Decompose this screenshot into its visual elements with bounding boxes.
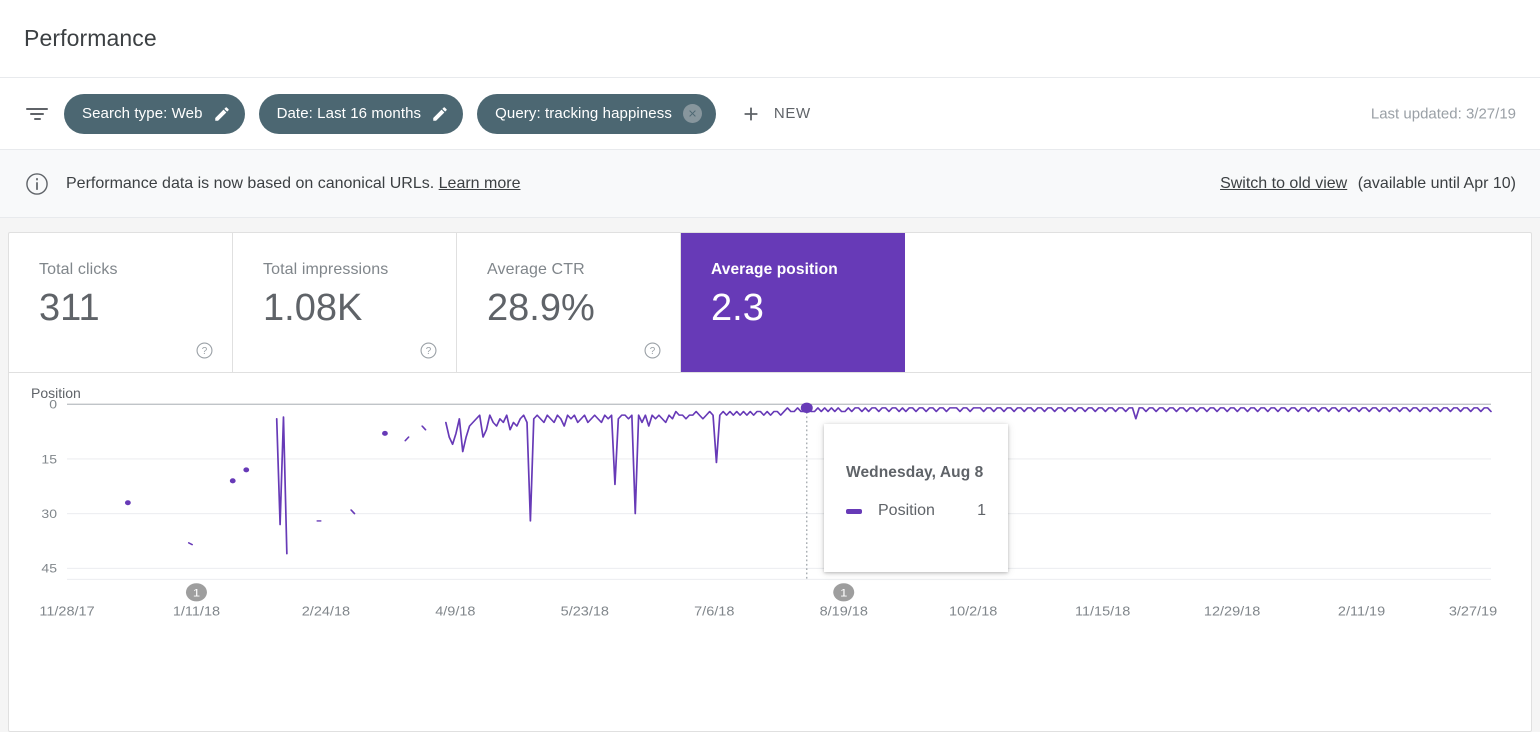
metric-tile-total-impressions[interactable]: Total impressions 1.08K ? — [233, 233, 457, 372]
pencil-icon[interactable] — [431, 105, 449, 123]
svg-text:?: ? — [650, 346, 656, 357]
svg-text:45: 45 — [41, 562, 57, 576]
metric-tile-average-position[interactable]: Average position 2.3 — [681, 233, 905, 372]
svg-text:3/27/19: 3/27/19 — [1449, 605, 1497, 619]
filter-chip-date[interactable]: Date: Last 16 months — [258, 93, 464, 134]
svg-text:1: 1 — [840, 586, 847, 599]
page-title: Performance — [24, 25, 157, 51]
last-updated-text: Last updated: 3/27/19 — [1370, 105, 1516, 122]
filter-chip-label: Date: Last 16 months — [276, 105, 422, 122]
filter-chip-label: Search type: Web — [82, 105, 203, 122]
app-header: Performance — [0, 0, 1540, 78]
svg-text:5/23/18: 5/23/18 — [561, 605, 609, 619]
svg-text:4/9/18: 4/9/18 — [435, 605, 475, 619]
svg-text:15: 15 — [41, 452, 57, 466]
info-banner-right: Switch to old view (available until Apr … — [1220, 175, 1516, 193]
metric-label: Average position — [711, 261, 838, 278]
filter-chip-query[interactable]: Query: tracking happiness — [477, 93, 716, 134]
tooltip-series-value: 1 — [977, 502, 986, 519]
svg-text:7/6/18: 7/6/18 — [694, 605, 734, 619]
metric-tile-total-clicks[interactable]: Total clicks 311 ? — [9, 233, 233, 372]
metric-tiles: Total clicks 311 ? Total impressions 1.0… — [9, 233, 1531, 373]
metric-label: Total impressions — [263, 261, 389, 278]
metric-value: 28.9% — [487, 287, 595, 329]
close-circle-icon[interactable] — [682, 104, 702, 123]
info-banner-text: Performance data is now based on canonic… — [66, 174, 435, 192]
svg-text:?: ? — [202, 346, 208, 357]
performance-chart[interactable]: Position 0 15 30 45 11/28/17 1/11/18 2/24/18 4/… — [9, 373, 1531, 731]
svg-text:11/28/17: 11/28/17 — [39, 605, 94, 619]
svg-text:8/19/18: 8/19/18 — [820, 605, 868, 619]
info-banner: Performance data is now based on canonic… — [0, 150, 1540, 218]
metric-value: 311 — [39, 287, 100, 329]
tooltip-date: Wednesday, Aug 8 — [846, 464, 984, 481]
performance-card: Total clicks 311 ? Total impressions 1.0… — [8, 232, 1532, 732]
tooltip-series-name: Position — [878, 502, 935, 519]
svg-text:1: 1 — [193, 586, 200, 599]
content-area: Total clicks 311 ? Total impressions 1.0… — [0, 218, 1540, 732]
svg-text:1/11/18: 1/11/18 — [173, 605, 220, 619]
info-circle-icon — [24, 171, 50, 197]
svg-text:2/11/19: 2/11/19 — [1338, 605, 1385, 619]
help-icon[interactable]: ? — [195, 341, 214, 360]
pencil-icon[interactable] — [213, 105, 231, 123]
metric-label: Total clicks — [39, 261, 118, 278]
info-banner-message: Performance data is now based on canonic… — [66, 175, 520, 193]
switch-to-old-view-link[interactable]: Switch to old view — [1220, 175, 1347, 192]
metric-value: 1.08K — [263, 287, 363, 329]
chart-canvas[interactable]: 015304511/28/17 1/11/18 2/24/18 4/9/18 5/23/… — [9, 373, 1531, 731]
svg-text:?: ? — [426, 346, 432, 357]
svg-text:30: 30 — [41, 507, 57, 521]
metric-tile-average-ctr[interactable]: Average CTR 28.9% ? — [457, 233, 681, 372]
tooltip-color-swatch — [846, 508, 862, 514]
svg-text:12/29/18: 12/29/18 — [1204, 605, 1260, 619]
filter-icon[interactable] — [24, 103, 50, 125]
add-new-filter-label: NEW — [773, 105, 811, 122]
filter-bar: Search type: Web Date: Last 16 months Qu… — [0, 78, 1540, 150]
tooltip-series-row: Position 1 — [846, 502, 986, 520]
filter-chip-label: Query: tracking happiness — [495, 105, 672, 122]
availability-text: (available until Apr 10) — [1357, 174, 1516, 192]
add-new-filter-button[interactable]: NEW — [740, 103, 811, 125]
svg-text:11/15/18: 11/15/18 — [1075, 605, 1130, 619]
learn-more-link[interactable]: Learn more — [439, 175, 521, 192]
y-axis-title: Position — [31, 385, 81, 401]
svg-text:2/24/18: 2/24/18 — [302, 605, 350, 619]
plus-icon — [740, 103, 762, 125]
help-icon[interactable]: ? — [419, 341, 438, 360]
svg-text:10/2/18: 10/2/18 — [949, 605, 997, 619]
metric-label: Average CTR — [487, 261, 585, 278]
filter-chip-search-type[interactable]: Search type: Web — [64, 93, 245, 134]
metric-value: 2.3 — [711, 287, 764, 329]
chart-tooltip: Wednesday, Aug 8 Position 1 — [824, 424, 1008, 572]
help-icon[interactable]: ? — [643, 341, 662, 360]
